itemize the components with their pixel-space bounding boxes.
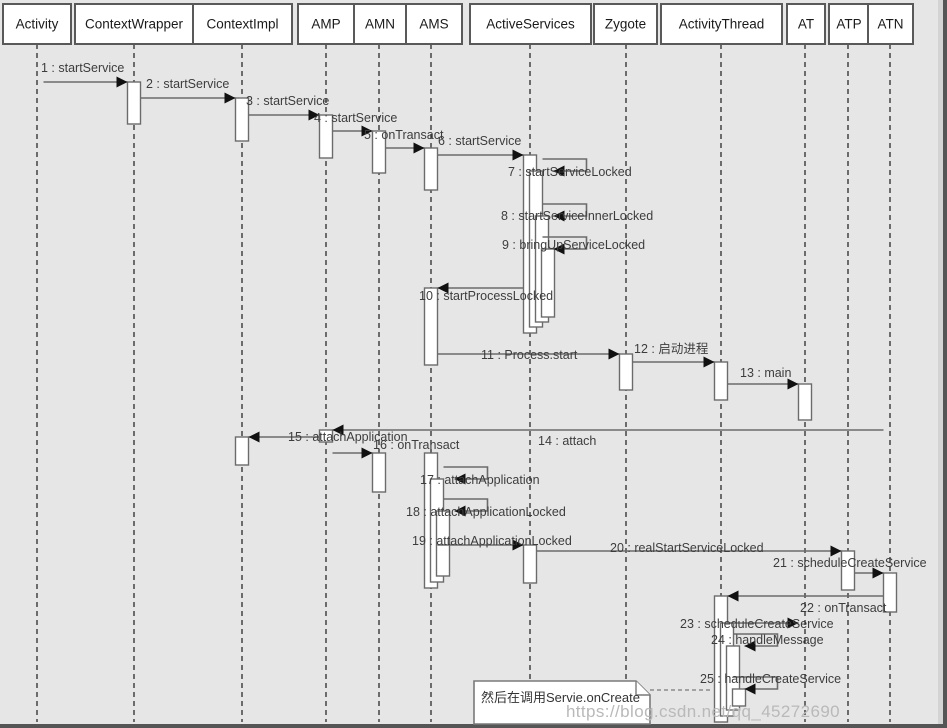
participant-label-contextwrapper: ContextWrapper [85,17,184,32]
participant-atp[interactable]: ATP [828,3,870,45]
participant-label-amn: AMN [365,17,395,32]
activation-bar-zygote [618,353,634,391]
participant-label-activity: Activity [16,17,59,32]
participant-label-activitythread: ActivityThread [679,17,765,32]
participant-label-atn: ATN [878,17,904,32]
activation-bar-ams [423,147,439,191]
message-label-6: 6 : startService [438,134,521,148]
activation-bar-contextwrapper [126,81,142,125]
right-edge-light-strip [938,0,943,728]
message-label-3: 3 : startService [246,94,329,108]
participant-ams[interactable]: AMS [405,3,463,45]
message-label-1: 1 : startService [41,61,124,75]
message-label-12: 12 : 启动进程 [634,341,709,356]
message-label-20: 20 : realStartServiceLocked [610,541,764,555]
message-label-13: 13 : main [740,366,791,380]
participant-amn[interactable]: AMN [353,3,407,45]
message-label-17: 17 : attachApplication [420,473,540,487]
activation-bar-activeservices [522,544,538,584]
message-label-14: 14 : attach [538,434,596,448]
activation-bar-contextimpl [234,436,250,466]
message-label-8: 8 : startServiceInnerLocked [501,209,653,223]
participant-label-contextimpl: ContextImpl [206,17,278,32]
message-label-9: 9 : bringUpServiceLocked [502,238,645,252]
participant-label-activeservices: ActiveServices [486,17,575,32]
participant-activitythread[interactable]: ActivityThread [660,3,783,45]
message-label-11: 11 : Process.start [481,348,578,362]
participant-contextimpl[interactable]: ContextImpl [192,3,293,45]
participant-at[interactable]: AT [786,3,826,45]
participant-label-ams: AMS [419,17,448,32]
participant-headers-group: Activity ContextWrapper ContextImpl AMP AMN A… [2,3,914,45]
message-label-2: 2 : startService [146,77,229,91]
participant-zygote[interactable]: Zygote [593,3,658,45]
message-9: 9 : bringUpServiceLocked [502,236,645,255]
participant-activity[interactable]: Activity [2,3,72,45]
participant-label-at: AT [798,17,814,32]
participant-label-atp: ATP [836,17,861,32]
message-label-10: 10 : startProcessLocked [419,289,553,303]
message-label-21: 21 : scheduleCreateService [773,556,927,570]
message-label-25: 25 : handleCreateService [700,672,841,686]
activation-bar-amn [371,452,387,493]
participant-activeservices[interactable]: ActiveServices [469,3,592,45]
message-23: 23 : scheduleCreateService [680,617,834,631]
message-label-19: 19 : attachApplicationLocked [412,534,572,548]
participant-atn[interactable]: ATN [867,3,914,45]
message-label-7: 7 : startServiceLocked [508,165,632,179]
watermark: https://blog.csdn.net/qq_45272690 [566,702,840,721]
participant-label-zygote: Zygote [605,17,646,32]
participant-label-amp: AMP [311,17,340,32]
sequence-diagram: 1 : startService 2 : startService 3 : star… [0,0,947,728]
message-label-16: 16 : onTransact [373,438,460,452]
message-label-23: 23 : scheduleCreateService [680,617,834,631]
message-label-24: 24 : handleMessage [711,633,824,647]
message-label-5: 5 : onTransact [364,128,444,142]
message-label-4: 4 : startService [314,111,397,125]
diagram-canvas: 1 : startService 2 : startService 3 : star… [0,0,947,728]
activation-bar-at [797,383,813,421]
activation-bar-activeservices [540,248,556,318]
message-label-18: 18 : attachApplicationLocked [406,505,566,519]
participant-amp[interactable]: AMP [297,3,355,45]
message-label-22: 22 : onTransact [800,601,887,615]
activation-bar-activitythread [713,361,729,401]
participant-contextwrapper[interactable]: ContextWrapper [74,3,194,45]
right-edge-dark-strip [943,0,947,728]
